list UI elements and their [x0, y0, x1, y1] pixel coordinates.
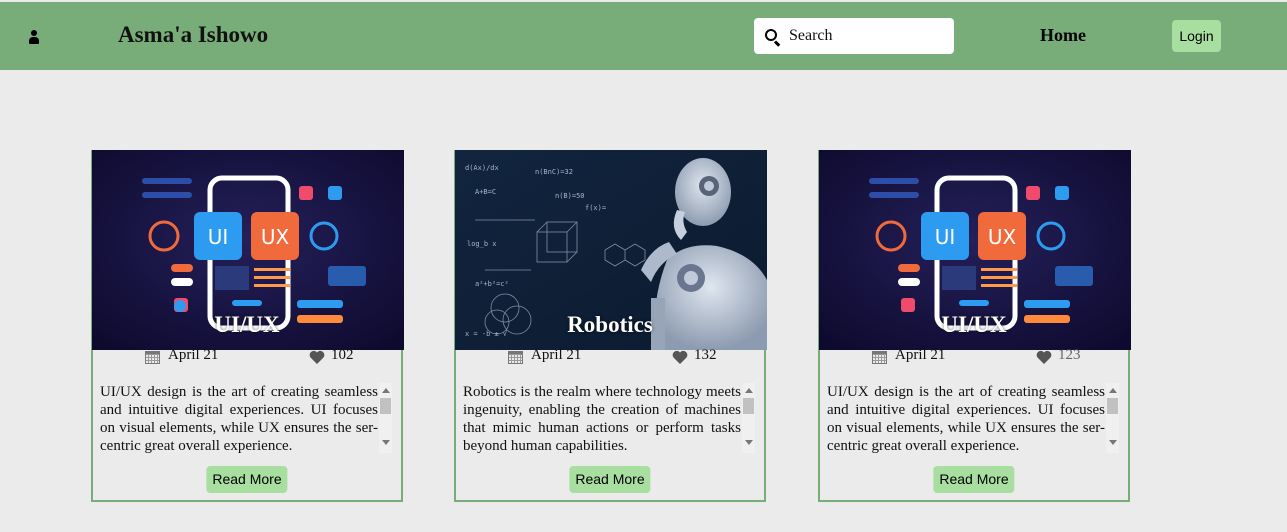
heart-icon[interactable] [309, 350, 325, 364]
user-icon[interactable] [28, 30, 40, 44]
card-description-box[interactable]: UI/UX design is the art of creating seam… [100, 383, 392, 453]
card-description-box[interactable]: UI/UX design is the art of creating seam… [827, 383, 1119, 453]
search-icon [765, 29, 781, 47]
read-more-button[interactable]: Read More [569, 466, 651, 493]
like-count: 132 [694, 347, 717, 363]
card-description: UI/UX design is the art of creating seam… [100, 384, 378, 453]
card-description: UI/UX design is the art of creating seam… [827, 384, 1105, 453]
card-date: April 21 [895, 347, 946, 363]
svg-text:n(B)=50: n(B)=50 [555, 192, 585, 200]
calendar-icon [145, 351, 160, 364]
heart-icon[interactable] [672, 350, 688, 364]
read-more-button[interactable]: Read More [933, 466, 1015, 493]
like-count: 102 [331, 347, 354, 363]
svg-text:n(B∩C)=32: n(B∩C)=32 [535, 168, 573, 176]
svg-text:UX: UX [261, 225, 290, 249]
card-date: April 21 [168, 347, 219, 363]
card-meta: April 21 123 [820, 347, 1128, 367]
card-description: Robotics is the realm where technology m… [463, 384, 741, 453]
calendar-icon [508, 351, 523, 364]
nav-home-link[interactable]: Home [1040, 25, 1086, 46]
card-title: UI/UX [941, 312, 1007, 337]
svg-text:log_b x: log_b x [467, 240, 497, 248]
scrollbar[interactable] [379, 383, 392, 453]
post-card: UI UX UI/UX April 21 102 UI/UX design is… [91, 150, 404, 502]
post-card: UI UX UI/UX April 21 123 UI/UX design is… [818, 150, 1131, 502]
svg-text:f(x)=: f(x)= [585, 204, 606, 212]
card-title: Robotics [567, 312, 653, 337]
svg-text:A+B=C: A+B=C [475, 188, 496, 196]
card-date: April 21 [531, 347, 582, 363]
card-meta: April 21 102 [93, 347, 401, 367]
read-more-button[interactable]: Read More [206, 466, 288, 493]
scrollbar[interactable] [1106, 383, 1119, 453]
card-title: UI/UX [214, 312, 280, 337]
search-input[interactable]: Search [754, 18, 954, 54]
card-meta: April 21 132 [456, 347, 764, 367]
brand-name: Asma'a Ishowo [118, 22, 269, 47]
post-card: d(Ax)/dx n(B∩C)=32 A+B=C n(B)=50 log_b x a²… [454, 150, 767, 502]
card-description-box[interactable]: Robotics is the realm where technology m… [463, 383, 755, 453]
svg-text:UX: UX [988, 225, 1017, 249]
search-placeholder: Search [789, 27, 833, 44]
heart-icon[interactable] [1036, 350, 1052, 364]
svg-text:UI: UI [208, 225, 229, 249]
svg-text:a²+b²=c²: a²+b²=c² [475, 280, 509, 288]
like-count: 123 [1058, 347, 1081, 363]
scrollbar[interactable] [742, 383, 755, 453]
navbar: Asma'a Ishowo Search Home Login [0, 2, 1287, 70]
calendar-icon [872, 351, 887, 364]
svg-text:d(Ax)/dx: d(Ax)/dx [465, 164, 499, 172]
svg-text:UI: UI [935, 225, 956, 249]
login-button[interactable]: Login [1172, 20, 1221, 52]
